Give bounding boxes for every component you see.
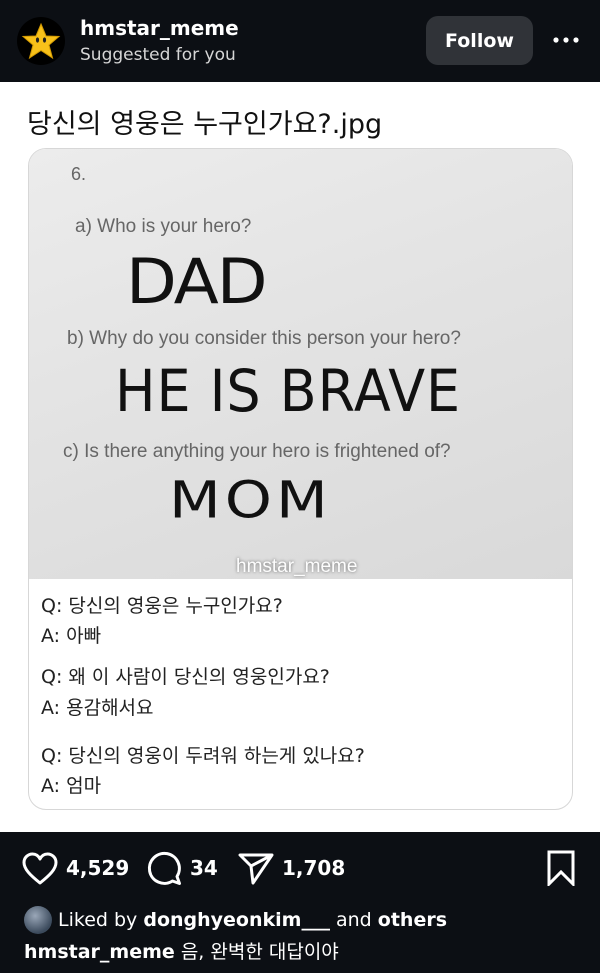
like-count: 4,529 (66, 856, 130, 880)
liked-by-user[interactable]: donghyeonkim___ (143, 909, 330, 931)
caption-text: 음, 완벽한 대답이야 (180, 941, 339, 963)
question-b-text: b) Why do you consider this person your … (67, 328, 461, 349)
heart-icon (22, 852, 58, 885)
question-c-text: c) Is there anything your hero is fright… (63, 441, 451, 462)
post-header: hmstar_meme Suggested for you Follow (0, 0, 600, 82)
liked-by-line[interactable]: Liked by donghyeonkim___ and others (24, 906, 447, 934)
more-options-button[interactable] (552, 28, 580, 52)
follow-button[interactable]: Follow (426, 16, 533, 65)
post-content: 당신의 영웅은 누구인가요?.jpg 6. a) Who is your her… (0, 82, 600, 832)
post-image-card[interactable]: 6. a) Who is your hero? DAD b) Why do yo… (28, 148, 573, 810)
answer-c-handwriting: MOM (169, 470, 332, 531)
comment-bubble-icon (147, 851, 181, 885)
star-icon (21, 22, 61, 60)
translation-q2: Q: 왜 이 사람이 당신의 영웅인가요? (41, 666, 330, 688)
liked-by-and: and (336, 909, 372, 931)
worksheet-photo: 6. a) Who is your hero? DAD b) Why do yo… (29, 149, 572, 579)
author-name[interactable]: hmstar_meme (80, 16, 239, 40)
post-caption: hmstar_meme 음, 완벽한 대답이야 (24, 937, 339, 964)
like-button[interactable] (22, 852, 58, 890)
paper-plane-icon (238, 853, 274, 885)
answer-a-handwriting: DAD (126, 244, 268, 319)
share-button[interactable] (238, 852, 274, 890)
share-count: 1,708 (282, 856, 346, 880)
save-button[interactable] (546, 850, 576, 890)
action-bar: 4,529 34 1,708 Liked by donghyeonkim___ … (0, 832, 600, 973)
translation-a3: A: 엄마 (41, 775, 102, 797)
translation-q1: Q: 당신의 영웅은 누구인가요? (41, 595, 283, 617)
post-title: 당신의 영웅은 누구인가요?.jpg (27, 109, 383, 140)
question-number: 6. (71, 164, 87, 184)
answer-b-handwriting: HE IS BRAVE (115, 357, 462, 425)
translation-q3: Q: 당신의 영웅이 두려워 하는게 있나요? (41, 745, 365, 767)
comment-button[interactable] (146, 850, 182, 890)
author-avatar[interactable] (17, 17, 65, 65)
translation-a1: A: 아빠 (41, 625, 102, 647)
watermark: hmstar_meme (236, 556, 358, 577)
ellipsis-icon (553, 37, 579, 43)
question-a-text: a) Who is your hero? (75, 216, 252, 237)
liked-by-others[interactable]: others (378, 909, 447, 931)
caption-author[interactable]: hmstar_meme (24, 941, 175, 963)
translation-a2: A: 용감해서요 (41, 697, 154, 719)
liker-avatar (24, 906, 52, 934)
comment-count: 34 (190, 856, 218, 880)
liked-by-prefix: Liked by (58, 909, 138, 931)
suggested-label: Suggested for you (80, 45, 236, 65)
bookmark-icon (547, 850, 575, 888)
